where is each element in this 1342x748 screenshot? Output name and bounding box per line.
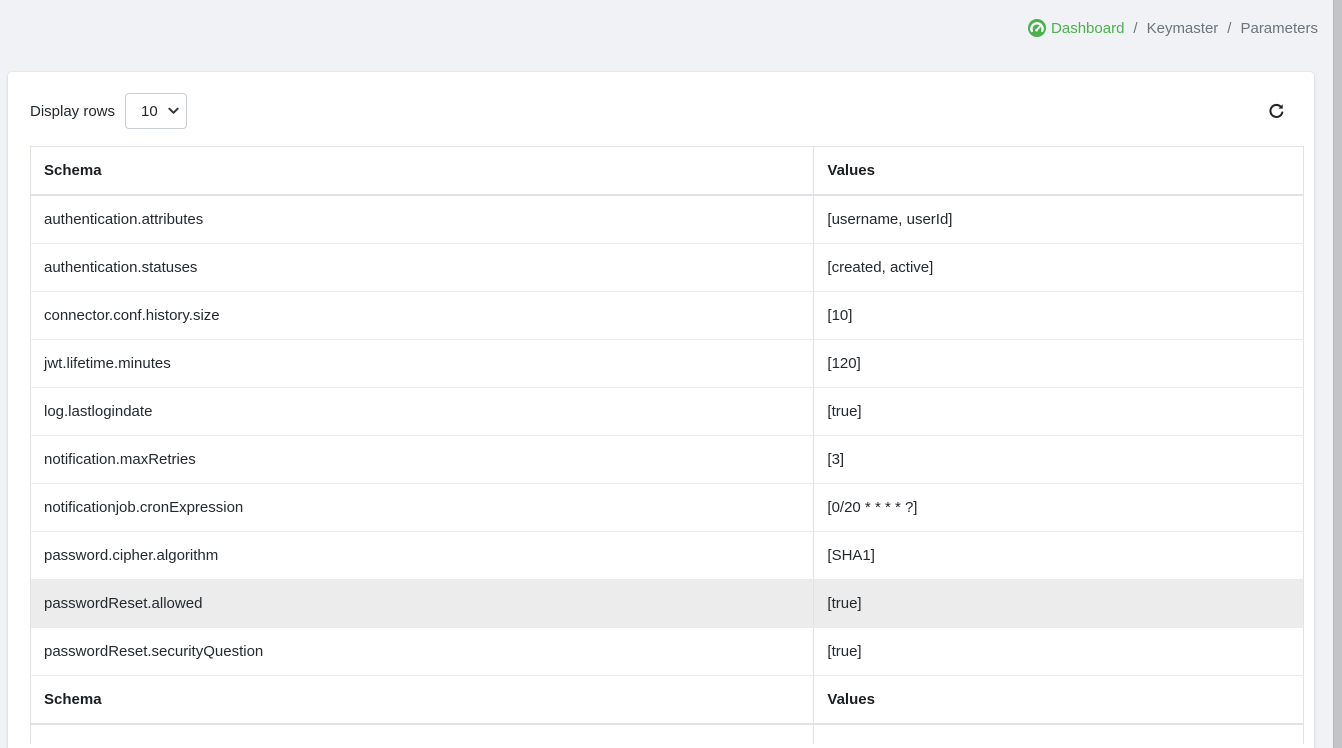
table-row[interactable]: password.cipher.algorithm [SHA1] <box>31 532 1304 580</box>
table-row[interactable]: passwordReset.securityQuestion [true] <box>31 628 1304 676</box>
schema-cell[interactable]: passwordReset.securityQuestion <box>31 628 814 676</box>
values-cell[interactable]: [SHA1] <box>814 532 1304 580</box>
table-row[interactable]: authentication.attributes [username, use… <box>31 195 1304 244</box>
values-cell[interactable]: [3] <box>814 436 1304 484</box>
display-rows-select-wrap: 10 <box>125 93 187 129</box>
schema-cell[interactable]: jwt.lifetime.minutes <box>31 340 814 388</box>
values-cell[interactable]: [true] <box>814 628 1304 676</box>
breadcrumb-dashboard-label: Dashboard <box>1051 20 1124 37</box>
table-row[interactable]: log.lastlogindate [true] <box>31 388 1304 436</box>
values-cell[interactable]: [username, userId] <box>814 195 1304 244</box>
schema-cell[interactable]: connector.conf.history.size <box>31 292 814 340</box>
breadcrumb: Dashboard / Keymaster / Parameters <box>1028 19 1318 37</box>
parameters-table: Schema Values authentication.attributes … <box>30 146 1304 744</box>
values-cell[interactable]: [true] <box>814 388 1304 436</box>
table-row-partial <box>31 724 1304 744</box>
refresh-icon <box>1267 102 1286 121</box>
breadcrumb-item-parameters: Parameters <box>1240 20 1318 37</box>
values-cell[interactable]: [120] <box>814 340 1304 388</box>
card-toolbar: Display rows 10 <box>30 93 1298 129</box>
schema-cell[interactable]: authentication.statuses <box>31 244 814 292</box>
schema-cell-empty <box>31 724 814 744</box>
breadcrumb-separator: / <box>1227 20 1231 37</box>
breadcrumb-item-keymaster: Keymaster <box>1147 20 1219 37</box>
breadcrumb-separator: / <box>1133 20 1137 37</box>
parameters-card: Display rows 10 Schema <box>8 72 1314 748</box>
breadcrumb-dashboard-link[interactable]: Dashboard <box>1028 19 1124 37</box>
footer-values: Values <box>814 676 1304 725</box>
dashboard-gauge-icon <box>1028 19 1046 37</box>
page: Dashboard / Keymaster / Parameters Displ… <box>0 0 1333 748</box>
schema-cell[interactable]: notification.maxRetries <box>31 436 814 484</box>
display-rows-select[interactable]: 10 <box>125 93 187 129</box>
refresh-button[interactable] <box>1264 99 1288 123</box>
schema-cell[interactable]: password.cipher.algorithm <box>31 532 814 580</box>
table-row[interactable]: authentication.statuses [created, active… <box>31 244 1304 292</box>
values-cell-empty <box>814 724 1304 744</box>
table-row[interactable]: notification.maxRetries [3] <box>31 436 1304 484</box>
footer-schema: Schema <box>31 676 814 725</box>
scrollbar[interactable] <box>1333 0 1342 748</box>
table-row[interactable]: connector.conf.history.size [10] <box>31 292 1304 340</box>
values-cell[interactable]: [true] <box>814 580 1304 628</box>
schema-cell[interactable]: authentication.attributes <box>31 195 814 244</box>
table-body: authentication.attributes [username, use… <box>31 195 1304 676</box>
schema-cell[interactable]: passwordReset.allowed <box>31 580 814 628</box>
table-footer: Schema Values <box>31 676 1304 745</box>
table-row[interactable]: jwt.lifetime.minutes [120] <box>31 340 1304 388</box>
display-rows-label: Display rows <box>30 103 115 120</box>
table-row[interactable]: notificationjob.cronExpression [0/20 * *… <box>31 484 1304 532</box>
values-cell[interactable]: [0/20 * * * * ?] <box>814 484 1304 532</box>
values-cell[interactable]: [10] <box>814 292 1304 340</box>
values-cell[interactable]: [created, active] <box>814 244 1304 292</box>
table-row[interactable]: passwordReset.allowed [true] <box>31 580 1304 628</box>
table-header: Schema Values <box>31 147 1304 196</box>
breadcrumb-bar: Dashboard / Keymaster / Parameters <box>0 0 1333 72</box>
header-schema: Schema <box>31 147 814 196</box>
schema-cell[interactable]: notificationjob.cronExpression <box>31 484 814 532</box>
schema-cell[interactable]: log.lastlogindate <box>31 388 814 436</box>
header-values: Values <box>814 147 1304 196</box>
